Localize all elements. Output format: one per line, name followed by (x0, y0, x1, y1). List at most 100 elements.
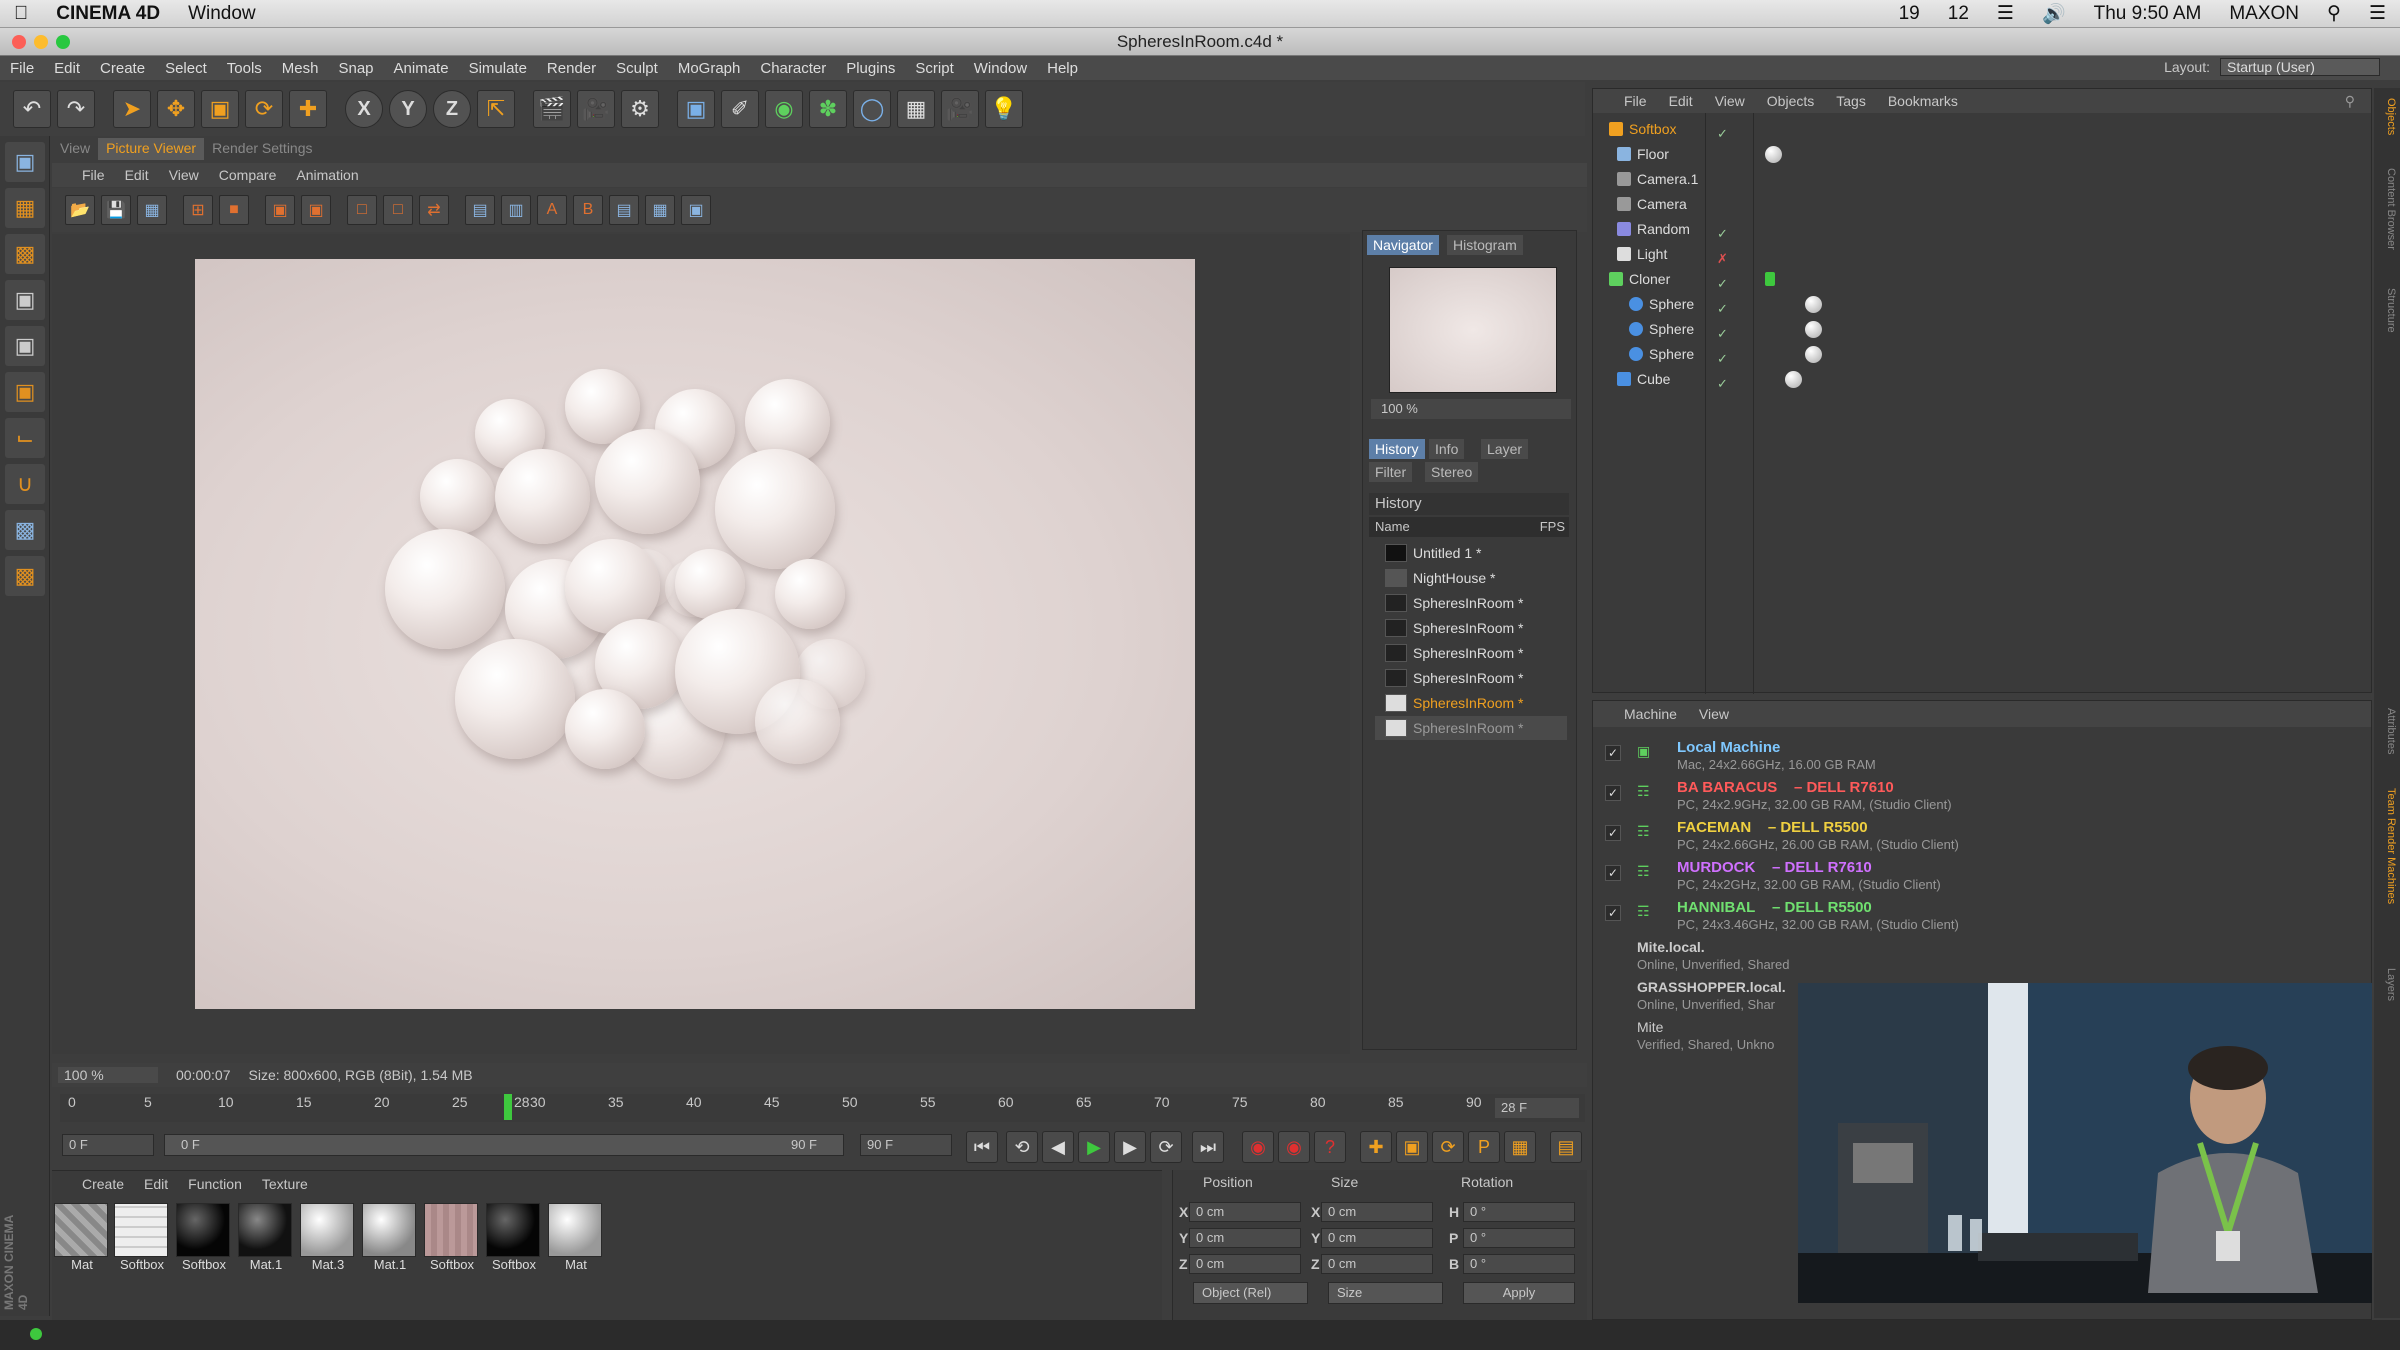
menu-create[interactable]: Create (90, 60, 155, 77)
object-row-sphere[interactable]: Sphere ✓ (1593, 317, 2373, 342)
key-pla-icon[interactable]: ▦ (1504, 1131, 1536, 1163)
side-tab-objects[interactable]: Objects (2377, 98, 2397, 135)
prev-frame-icon[interactable]: ◀ (1042, 1131, 1074, 1163)
menu-mograph[interactable]: MoGraph (668, 60, 751, 77)
history-item-selected[interactable]: SpheresInRoom * (1375, 691, 1567, 715)
fit-icon[interactable]: ▦ (645, 195, 675, 225)
tab-layer[interactable]: Layer (1481, 439, 1529, 459)
machine-row[interactable]: ✓ ☶ BA BARACUS – DELL R7610 PC, 24x2.9GHz… (1593, 777, 2373, 817)
transform-icon[interactable]: ✚ (289, 90, 327, 128)
snap-icon[interactable]: ∪ (5, 464, 45, 504)
object-row-floor[interactable]: Floor (1593, 142, 2373, 167)
viewer-menu-file[interactable]: File (72, 167, 115, 183)
material-swatch[interactable]: Mat.3 (300, 1203, 356, 1273)
menu-help[interactable]: Help (1037, 60, 1088, 77)
team-menu-machine[interactable]: Machine (1613, 706, 1688, 722)
go-to-start-icon[interactable]: ⏮ (966, 1131, 998, 1163)
key-param-icon[interactable]: P (1468, 1131, 1500, 1163)
marker-b-icon[interactable]: B (573, 195, 603, 225)
available-machine-row[interactable]: Mite.local. Online, Unverified, Shared (1593, 937, 2373, 977)
timeline-window-icon[interactable]: ▤ (1550, 1131, 1582, 1163)
z-axis-icon[interactable]: Z (433, 90, 471, 128)
workplane-icon[interactable]: ▩ (5, 234, 45, 274)
object-row-sphere[interactable]: Sphere ✓ (1593, 342, 2373, 367)
cube-icon[interactable]: ▣ (677, 90, 715, 128)
viewer-menu-edit[interactable]: Edit (115, 167, 159, 183)
y-axis-icon[interactable]: Y (389, 90, 427, 128)
menu-simulate[interactable]: Simulate (459, 60, 537, 77)
layout-dropdown[interactable]: Startup (User) (2220, 58, 2380, 76)
crop-icon[interactable]: ⊞ (183, 195, 213, 225)
side-tab-layers[interactable]: Layers (2377, 968, 2397, 1001)
tab-info[interactable]: Info (1429, 439, 1465, 459)
object-row-camera-1[interactable]: Camera.1 (1593, 167, 2373, 192)
material-swatch[interactable]: Softbox (486, 1203, 542, 1273)
region-icon[interactable]: ▣ (265, 195, 295, 225)
camera-icon[interactable]: 🎥 (941, 90, 979, 128)
tab-history[interactable]: History (1369, 439, 1425, 459)
tab-picture-viewer[interactable]: Picture Viewer (98, 138, 205, 160)
minimize-icon[interactable] (34, 35, 48, 49)
marker-a-icon[interactable]: A (537, 195, 567, 225)
grid-view-icon[interactable]: ▦ (137, 195, 167, 225)
material-swatch[interactable]: Softbox (176, 1203, 232, 1273)
render-view-icon[interactable]: 🎬 (533, 90, 571, 128)
rotate-icon[interactable]: ⟳ (245, 90, 283, 128)
object-row-sphere[interactable]: Sphere ✓ (1593, 292, 2373, 317)
machine-row[interactable]: ✓ ☶ HANNIBAL – DELL R5500 PC, 24x3.46GHz,… (1593, 897, 2373, 937)
points-mode-icon[interactable]: ▣ (5, 280, 45, 320)
position-z-field[interactable]: 0 cm (1189, 1254, 1301, 1274)
light-icon[interactable]: 💡 (985, 90, 1023, 128)
object-row-cube[interactable]: Cube ✓ (1593, 367, 2373, 392)
menu-snap[interactable]: Snap (328, 60, 383, 77)
menu-window[interactable]: Window (964, 60, 1037, 77)
object-row-camera[interactable]: Camera (1593, 192, 2373, 217)
machine-row[interactable]: ✓ ▣ Local Machine Mac, 24x2.66GHz, 16.00 … (1593, 737, 2373, 777)
menu-edit[interactable]: Edit (44, 60, 90, 77)
tab-navigator[interactable]: Navigator (1367, 235, 1439, 255)
array-icon[interactable]: ✽ (809, 90, 847, 128)
zoom-icon[interactable] (56, 35, 70, 49)
obj-menu-bookmarks[interactable]: Bookmarks (1877, 93, 1969, 109)
key-rotation-icon[interactable]: ⟳ (1432, 1131, 1464, 1163)
tab-stereo[interactable]: Stereo (1425, 462, 1479, 482)
clock[interactable]: Thu 9:50 AM (2080, 3, 2216, 25)
go-to-end-icon[interactable]: ⏭ (1192, 1131, 1224, 1163)
key-position-icon[interactable]: ✚ (1360, 1131, 1392, 1163)
next-frame-icon[interactable]: ▶ (1114, 1131, 1146, 1163)
position-y-field[interactable]: 0 cm (1189, 1228, 1301, 1248)
menu-sculpt[interactable]: Sculpt (606, 60, 668, 77)
history-item[interactable]: SpheresInRoom * (1375, 591, 1567, 615)
rotation-p-field[interactable]: 0 ° (1463, 1228, 1575, 1248)
material-swatch[interactable]: Mat (54, 1203, 110, 1273)
timeline-playhead[interactable] (504, 1094, 512, 1120)
machine-row[interactable]: ✓ ☶ FACEMAN – DELL R5500 PC, 24x2.66GHz, … (1593, 817, 2373, 857)
tab-filter[interactable]: Filter (1369, 462, 1413, 482)
end-frame-field[interactable]: 90 F (860, 1134, 952, 1156)
material-swatch[interactable]: Mat.1 (238, 1203, 294, 1273)
tab-histogram[interactable]: Histogram (1447, 235, 1523, 255)
menu-select[interactable]: Select (155, 60, 217, 77)
viewer-zoom-dropdown[interactable]: 100 % (58, 1067, 158, 1083)
wifi-icon[interactable]: ☰ (1983, 2, 2028, 25)
obj-menu-edit[interactable]: Edit (1658, 93, 1704, 109)
window-menu[interactable]: Window (174, 3, 270, 25)
edges-mode-icon[interactable]: ▣ (5, 326, 45, 366)
viewer-menu-view[interactable]: View (159, 167, 209, 183)
history-item[interactable]: Untitled 1 * (1375, 541, 1567, 565)
history-item[interactable]: SpheresInRoom * (1375, 616, 1567, 640)
side-tab-attributes[interactable]: Attributes (2377, 708, 2397, 754)
menu-character[interactable]: Character (750, 60, 836, 77)
start-frame-field[interactable]: 0 F (62, 1134, 154, 1156)
floor-icon[interactable]: ▦ (897, 90, 935, 128)
side-tab-content-browser[interactable]: Content Browser (2377, 168, 2397, 250)
open-icon[interactable]: 📂 (65, 195, 95, 225)
x-axis-icon[interactable]: X (345, 90, 383, 128)
object-row-softbox[interactable]: Softbox ✓ (1593, 117, 2373, 142)
tab-render-settings[interactable]: Render Settings (204, 138, 320, 160)
menu-mesh[interactable]: Mesh (272, 60, 329, 77)
rotation-b-field[interactable]: 0 ° (1463, 1254, 1575, 1274)
deformer-icon[interactable]: ◯ (853, 90, 891, 128)
history-item[interactable]: SpheresInRoom * (1375, 641, 1567, 665)
machine-row[interactable]: ✓ ☶ MURDOCK – DELL R7610 PC, 24x2GHz, 32.… (1593, 857, 2373, 897)
